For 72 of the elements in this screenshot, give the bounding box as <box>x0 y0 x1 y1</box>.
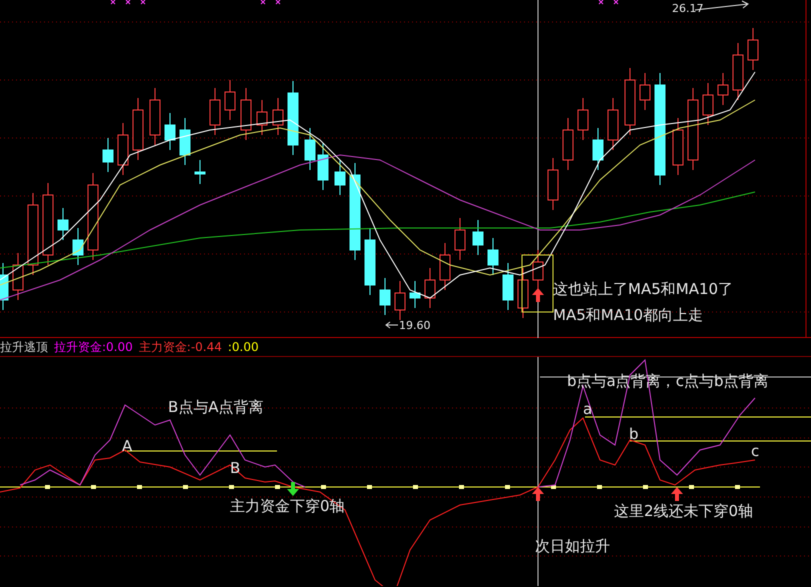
candlestick <box>640 72 650 110</box>
indicator-label: 主力资金: <box>138 339 191 356</box>
candlestick <box>364 228 376 296</box>
x-mark-icon <box>276 0 280 4</box>
indicator-label: : <box>228 339 232 356</box>
candlestick <box>454 218 466 260</box>
x-mark-icon <box>126 0 130 4</box>
candlestick <box>608 98 618 150</box>
up-arrow-icon <box>532 487 544 501</box>
candlestick <box>118 122 128 176</box>
chart-annotation: 这里2线还未下穿0轴 <box>614 504 754 519</box>
high-price-label: 26.17 <box>672 1 704 17</box>
candlestick <box>240 88 252 140</box>
arrow-icon <box>385 322 398 328</box>
candlestick <box>132 98 144 160</box>
candlestick <box>440 242 450 290</box>
candlestick <box>562 118 574 170</box>
candlestick <box>718 72 728 106</box>
candlestick <box>672 118 684 176</box>
candlestick <box>748 28 758 70</box>
low-price-label: 19.60 <box>399 318 430 334</box>
chart-annotation: A <box>122 439 132 454</box>
chart-annotation: a <box>583 402 592 417</box>
chart-annotation: B点与A点背离 <box>168 400 264 415</box>
candlestick <box>732 42 744 100</box>
candlestick <box>410 280 420 308</box>
indicator-name: 拉升逃顶 <box>0 339 48 356</box>
indicator-value: -0.44 <box>190 339 222 356</box>
candlestick <box>164 112 176 150</box>
candlestick <box>502 262 514 310</box>
candlestick <box>334 160 346 196</box>
chart-annotation: c <box>751 444 760 459</box>
x-mark-icon <box>614 0 618 4</box>
candlestick <box>72 228 84 266</box>
highlight-frame <box>522 254 554 312</box>
candlestick <box>304 128 316 170</box>
x-mark-icon <box>140 0 146 4</box>
x-mark-icon <box>260 0 266 4</box>
up-arrow-icon <box>671 487 683 501</box>
candlestick <box>150 88 160 146</box>
indicator-value: 0.00 <box>232 339 259 356</box>
candlestick <box>224 80 236 120</box>
candlestick <box>472 220 484 256</box>
candlestick <box>592 128 604 170</box>
candlestick <box>194 160 206 184</box>
candlestick <box>394 280 406 320</box>
candlestick <box>548 158 558 210</box>
chart-annotation: b <box>629 427 639 442</box>
candlestick <box>102 138 114 172</box>
candlestick <box>624 68 636 136</box>
candlestick <box>578 98 588 140</box>
candlestick <box>272 98 284 136</box>
candlestick <box>488 238 498 276</box>
candlestick <box>210 88 220 136</box>
up-arrow-icon <box>532 288 544 302</box>
candlestick <box>58 208 68 240</box>
down-arrow-icon <box>287 482 299 496</box>
x-mark-icon <box>598 0 604 4</box>
candlestick <box>318 142 328 190</box>
candlestick <box>256 100 268 136</box>
candlestick <box>532 250 544 290</box>
indicator-value: 0.00 <box>106 339 133 356</box>
chart-annotation: MA5和MA10都向上走 <box>553 305 704 326</box>
indicator-label: 拉升资金: <box>54 339 106 356</box>
candlestick <box>0 262 8 310</box>
candlestick <box>518 268 528 318</box>
candlestick <box>380 278 390 316</box>
x-mark-icon <box>110 0 116 4</box>
candlestick <box>702 82 714 126</box>
candlestick <box>180 118 190 166</box>
candlestick <box>12 252 24 300</box>
candlestick <box>424 268 436 308</box>
